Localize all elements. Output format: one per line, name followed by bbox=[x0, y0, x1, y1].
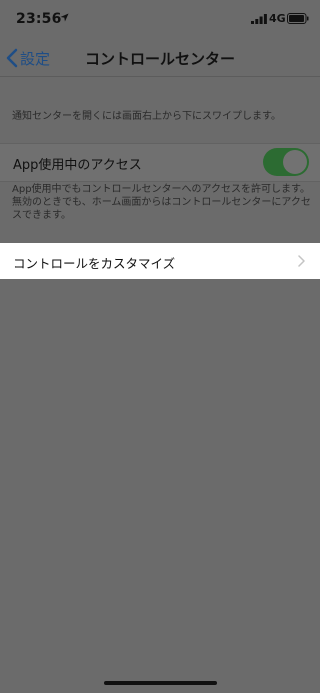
page-title: コントロールセンター bbox=[84, 50, 235, 68]
status-bar: 23:56 4G bbox=[0, 0, 320, 40]
status-time: 23:56 bbox=[16, 11, 62, 27]
access-within-apps-cell: App使用中のアクセス bbox=[0, 143, 320, 182]
access-within-apps-label: App使用中のアクセス bbox=[13, 158, 142, 173]
home-indicator[interactable] bbox=[104, 681, 217, 685]
location-arrow-icon bbox=[60, 13, 69, 22]
access-description-caption: App使用中でもコントロールセンターへのアクセスを許可します。無効のときでも、ホ… bbox=[12, 184, 311, 221]
navigation-bar: 設定 コントロールセンター bbox=[0, 40, 320, 77]
access-within-apps-toggle[interactable] bbox=[263, 148, 309, 176]
chevron-right-icon bbox=[298, 255, 305, 267]
battery-icon bbox=[287, 13, 309, 24]
network-type-label: 4G bbox=[269, 12, 286, 25]
customize-controls-label: コントロールをカスタマイズ bbox=[13, 256, 176, 271]
cellular-signal-icon bbox=[251, 14, 267, 24]
customize-controls-cell[interactable]: コントロールをカスタマイズ bbox=[0, 243, 320, 279]
swipe-hint-caption: 通知センターを開くには画面右上から下にスワイプします。 bbox=[12, 111, 281, 122]
toggle-knob bbox=[283, 150, 307, 174]
